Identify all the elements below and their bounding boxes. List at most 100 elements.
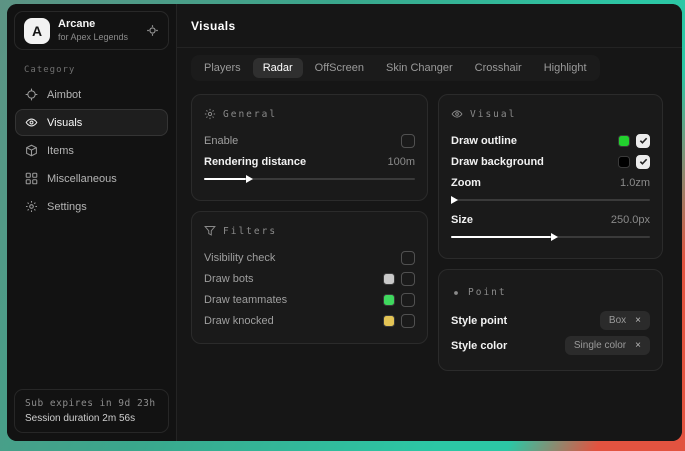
draw-outline-color-swatch[interactable] <box>618 135 630 147</box>
remove-icon[interactable]: × <box>635 316 641 326</box>
eye-icon <box>25 116 38 129</box>
panel-title: Filters <box>223 226 277 237</box>
box-icon <box>25 144 38 157</box>
tab-skin-changer[interactable]: Skin Changer <box>376 58 463 78</box>
category-label: Category <box>24 65 176 75</box>
point-icon <box>451 288 461 298</box>
tab-players[interactable]: Players <box>194 58 251 78</box>
column-right: Visual Draw outline Draw background <box>438 94 663 371</box>
style-point-label: Style point <box>451 315 507 327</box>
sidebar-item-label: Aimbot <box>47 89 81 101</box>
rendering-distance-slider[interactable] <box>204 173 415 185</box>
style-color-value: Single color <box>574 340 626 351</box>
sidebar-item-items[interactable]: Items <box>15 137 168 164</box>
draw-background-checkbox[interactable] <box>636 155 650 169</box>
panel-title: General <box>223 109 277 120</box>
visibility-check-row: Visibility check <box>204 247 415 268</box>
check-icon <box>639 157 648 166</box>
rendering-distance-value: 100m <box>387 156 415 168</box>
sub-expires-text: Sub expires in 9d 23h <box>25 398 158 409</box>
rendering-distance-row: Rendering distance 100m <box>204 151 415 172</box>
app-subtitle: for Apex Legends <box>58 32 128 43</box>
app-title: Arcane <box>58 18 128 32</box>
draw-teammates-color-swatch[interactable] <box>383 294 395 306</box>
sidebar-item-label: Items <box>47 145 74 157</box>
draw-bots-checkbox[interactable] <box>401 272 415 286</box>
page-title: Visuals <box>191 19 236 33</box>
session-duration-text: Session duration 2m 56s <box>25 413 158 424</box>
visibility-check-label: Visibility check <box>204 252 275 264</box>
draw-background-color-swatch[interactable] <box>618 156 630 168</box>
sidebar-item-visuals[interactable]: Visuals <box>15 109 168 136</box>
app-window: A Arcane for Apex Legends Category <box>7 4 682 441</box>
tab-highlight[interactable]: Highlight <box>534 58 597 78</box>
panel-title: Point <box>468 287 507 298</box>
general-panel-header: General <box>204 108 415 120</box>
draw-knocked-label: Draw knocked <box>204 315 274 327</box>
draw-outline-label: Draw outline <box>451 135 517 147</box>
main-header: Visuals <box>177 4 682 48</box>
brand-card: A Arcane for Apex Legends <box>14 11 169 50</box>
scan-icon[interactable] <box>146 24 159 37</box>
visual-panel: Visual Draw outline Draw background <box>438 94 663 259</box>
slider-fill <box>451 236 551 238</box>
size-value: 250.0px <box>611 214 650 226</box>
style-point-value: Box <box>609 315 626 326</box>
crosshair-icon <box>25 88 38 101</box>
size-label: Size <box>451 214 473 226</box>
zoom-value: 1.0zm <box>620 177 650 189</box>
column-left: General Enable Rendering distance 100m <box>191 94 428 344</box>
slider-fill <box>204 178 246 180</box>
style-point-select[interactable]: Box × <box>600 311 650 330</box>
app-logo: A <box>24 18 50 44</box>
draw-background-row: Draw background <box>451 151 650 172</box>
rendering-distance-label: Rendering distance <box>204 156 306 168</box>
remove-icon[interactable]: × <box>635 341 641 351</box>
funnel-icon <box>204 225 216 237</box>
sidebar-item-label: Settings <box>47 201 87 213</box>
tabs-container: Players Radar OffScreen Skin Changer Cro… <box>191 55 600 81</box>
subscription-info-card: Sub expires in 9d 23h Session duration 2… <box>14 389 169 433</box>
sidebar-nav: Aimbot Visuals Items <box>7 81 176 221</box>
size-row: Size 250.0px <box>451 209 650 230</box>
eye-icon <box>451 108 463 120</box>
draw-teammates-row: Draw teammates <box>204 289 415 310</box>
general-panel: General Enable Rendering distance 100m <box>191 94 428 201</box>
filters-panel: Filters Visibility check Draw bots <box>191 211 428 344</box>
draw-teammates-checkbox[interactable] <box>401 293 415 307</box>
tab-radar[interactable]: Radar <box>253 58 303 78</box>
size-slider[interactable] <box>451 231 650 243</box>
draw-outline-checkbox[interactable] <box>636 134 650 148</box>
sidebar-item-miscellaneous[interactable]: Miscellaneous <box>15 165 168 192</box>
main-area: Visuals Players Radar OffScreen Skin Cha… <box>177 4 682 441</box>
zoom-label: Zoom <box>451 177 481 189</box>
visibility-check-checkbox[interactable] <box>401 251 415 265</box>
draw-bots-color-swatch[interactable] <box>383 273 395 285</box>
zoom-slider[interactable] <box>451 194 650 206</box>
tab-offscreen[interactable]: OffScreen <box>305 58 374 78</box>
tab-crosshair[interactable]: Crosshair <box>465 58 532 78</box>
draw-knocked-color-swatch[interactable] <box>383 315 395 327</box>
draw-outline-row: Draw outline <box>451 130 650 151</box>
enable-row: Enable <box>204 130 415 151</box>
panel-title: Visual <box>470 109 516 120</box>
point-panel-header: Point <box>451 287 650 298</box>
sidebar-item-settings[interactable]: Settings <box>15 193 168 220</box>
sidebar-item-label: Miscellaneous <box>47 173 117 185</box>
draw-bots-label: Draw bots <box>204 273 254 285</box>
filters-panel-header: Filters <box>204 225 415 237</box>
draw-bots-row: Draw bots <box>204 268 415 289</box>
point-panel: Point Style point Box × Style color Sing… <box>438 269 663 371</box>
content: General Enable Rendering distance 100m <box>177 81 682 371</box>
visual-panel-header: Visual <box>451 108 650 120</box>
style-point-row: Style point Box × <box>451 308 650 333</box>
sidebar-item-aimbot[interactable]: Aimbot <box>15 81 168 108</box>
brand-text: Arcane for Apex Legends <box>58 18 128 43</box>
grid-icon <box>25 172 38 185</box>
draw-knocked-checkbox[interactable] <box>401 314 415 328</box>
draw-knocked-row: Draw knocked <box>204 310 415 331</box>
gear-icon <box>204 108 216 120</box>
style-color-select[interactable]: Single color × <box>565 336 650 355</box>
draw-teammates-label: Draw teammates <box>204 294 287 306</box>
enable-checkbox[interactable] <box>401 134 415 148</box>
